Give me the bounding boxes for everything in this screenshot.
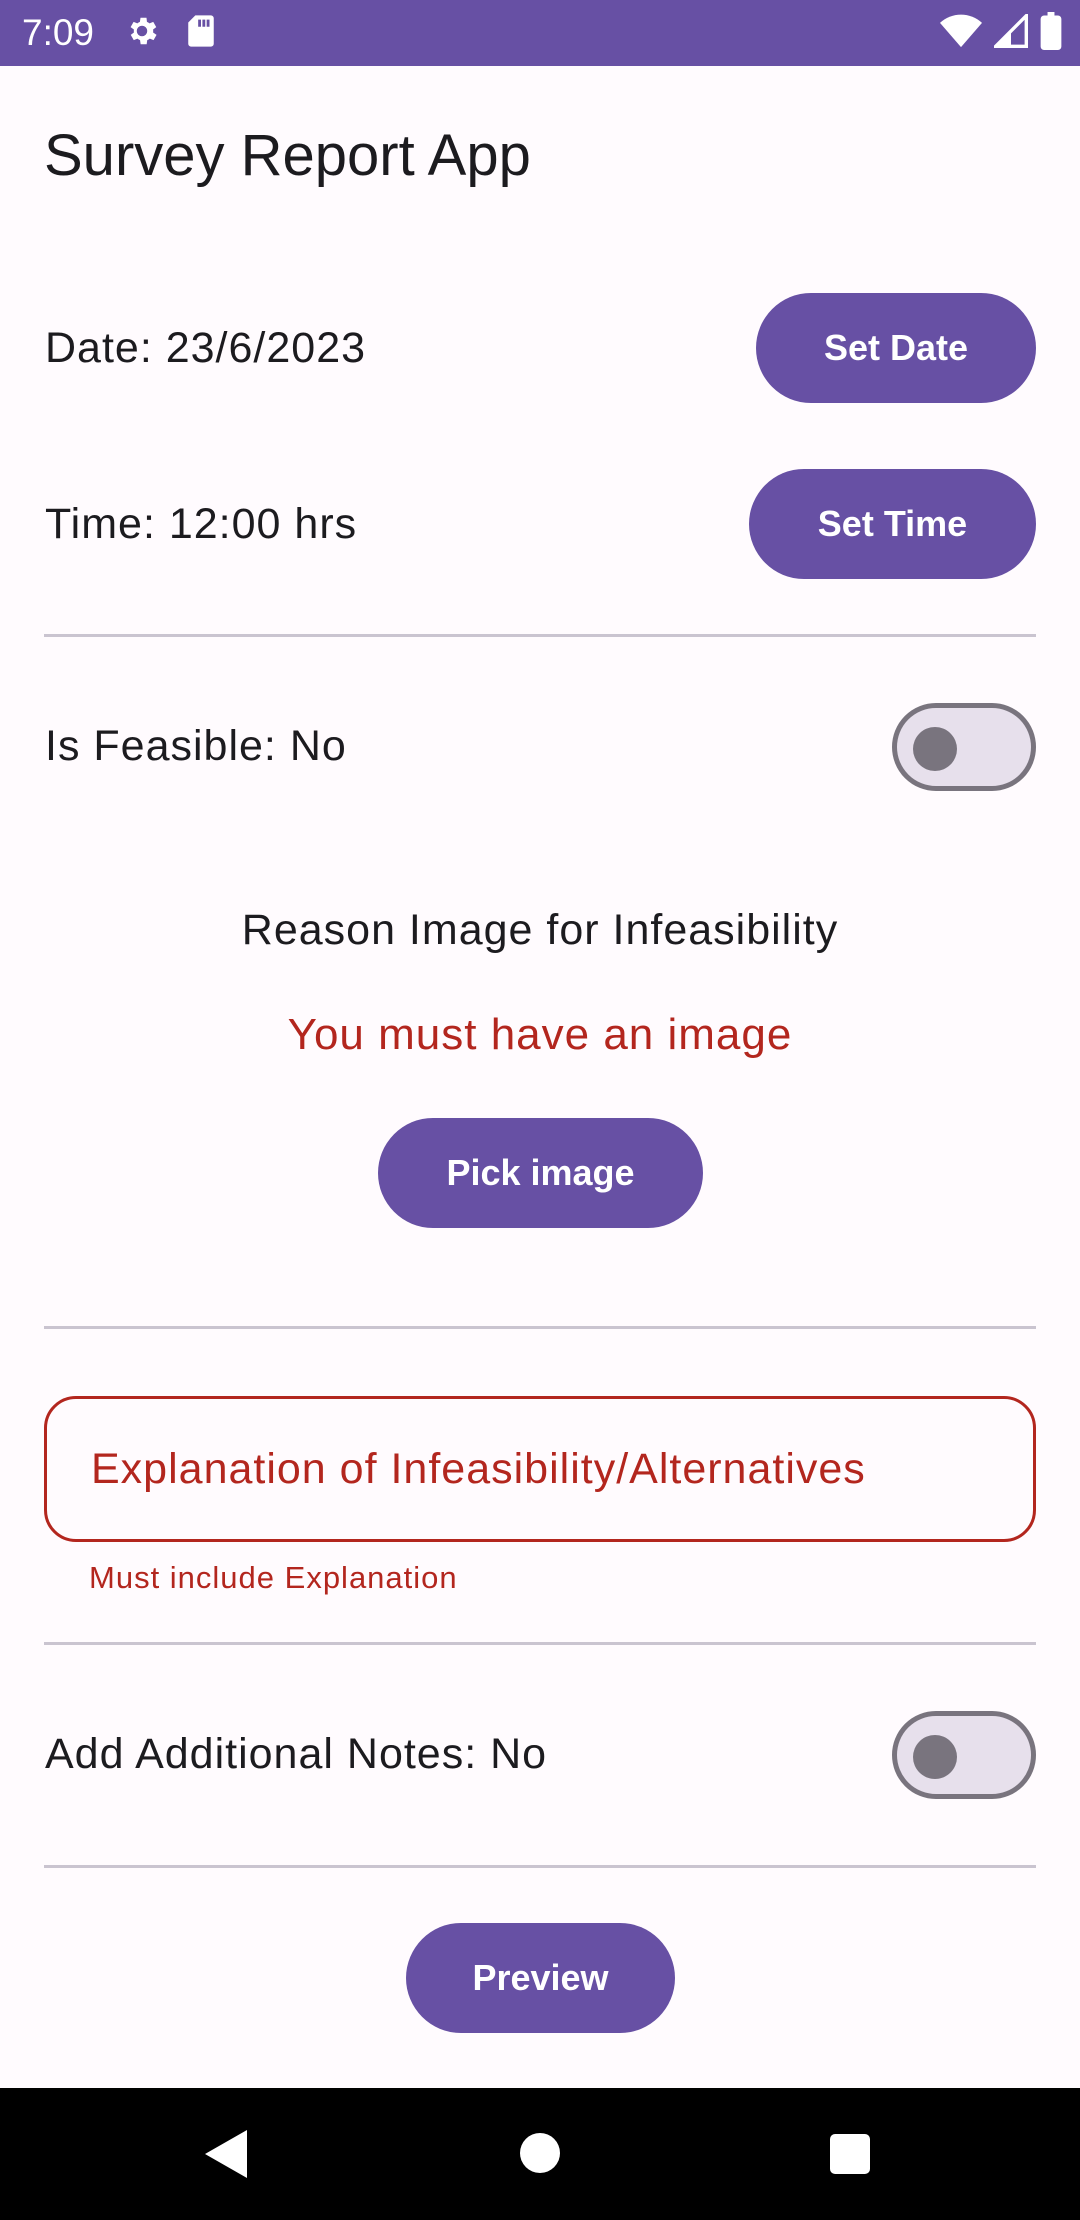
reason-image-title: Reason Image for Infeasibility	[241, 906, 839, 954]
sd-card-icon	[186, 14, 216, 53]
notes-switch[interactable]	[892, 1711, 1036, 1799]
signal-icon	[991, 11, 1028, 53]
preview-button[interactable]: Preview	[406, 1923, 675, 2033]
navigation-bar	[0, 2088, 1080, 2220]
switch-knob	[913, 1735, 957, 1779]
status-icons-left	[124, 13, 216, 54]
status-time: 7:09	[22, 12, 95, 53]
date-label: Date: 23/6/2023	[45, 324, 367, 372]
pick-image-button[interactable]: Pick image	[378, 1118, 703, 1228]
feasible-label: Is Feasible: No	[45, 722, 347, 770]
divider	[44, 634, 1036, 637]
explanation-error-text: Must include Explanation	[89, 1560, 458, 1595]
divider	[44, 1865, 1036, 1868]
divider	[44, 1642, 1036, 1645]
app-title: Survey Report App	[44, 123, 531, 188]
set-date-button[interactable]: Set Date	[756, 293, 1036, 403]
notes-label: Add Additional Notes: No	[45, 1730, 548, 1778]
image-error-text: You must have an image	[287, 1010, 793, 1059]
explanation-placeholder: Explanation of Infeasibility/Alternative…	[91, 1445, 866, 1493]
status-bar: 7:09	[0, 0, 1080, 66]
explanation-field[interactable]: Explanation of Infeasibility/Alternative…	[44, 1396, 1036, 1542]
switch-knob	[913, 727, 957, 771]
status-icons-right	[940, 11, 1062, 55]
set-time-button[interactable]: Set Time	[749, 469, 1036, 579]
wifi-icon	[940, 14, 982, 53]
recents-icon[interactable]	[830, 2134, 870, 2174]
divider	[44, 1326, 1036, 1329]
gear-icon	[124, 13, 160, 54]
battery-icon	[1040, 11, 1062, 55]
time-label: Time: 12:00 hrs	[45, 500, 358, 548]
feasible-switch[interactable]	[892, 703, 1036, 791]
back-icon[interactable]	[205, 2130, 247, 2178]
home-icon[interactable]	[520, 2133, 560, 2173]
